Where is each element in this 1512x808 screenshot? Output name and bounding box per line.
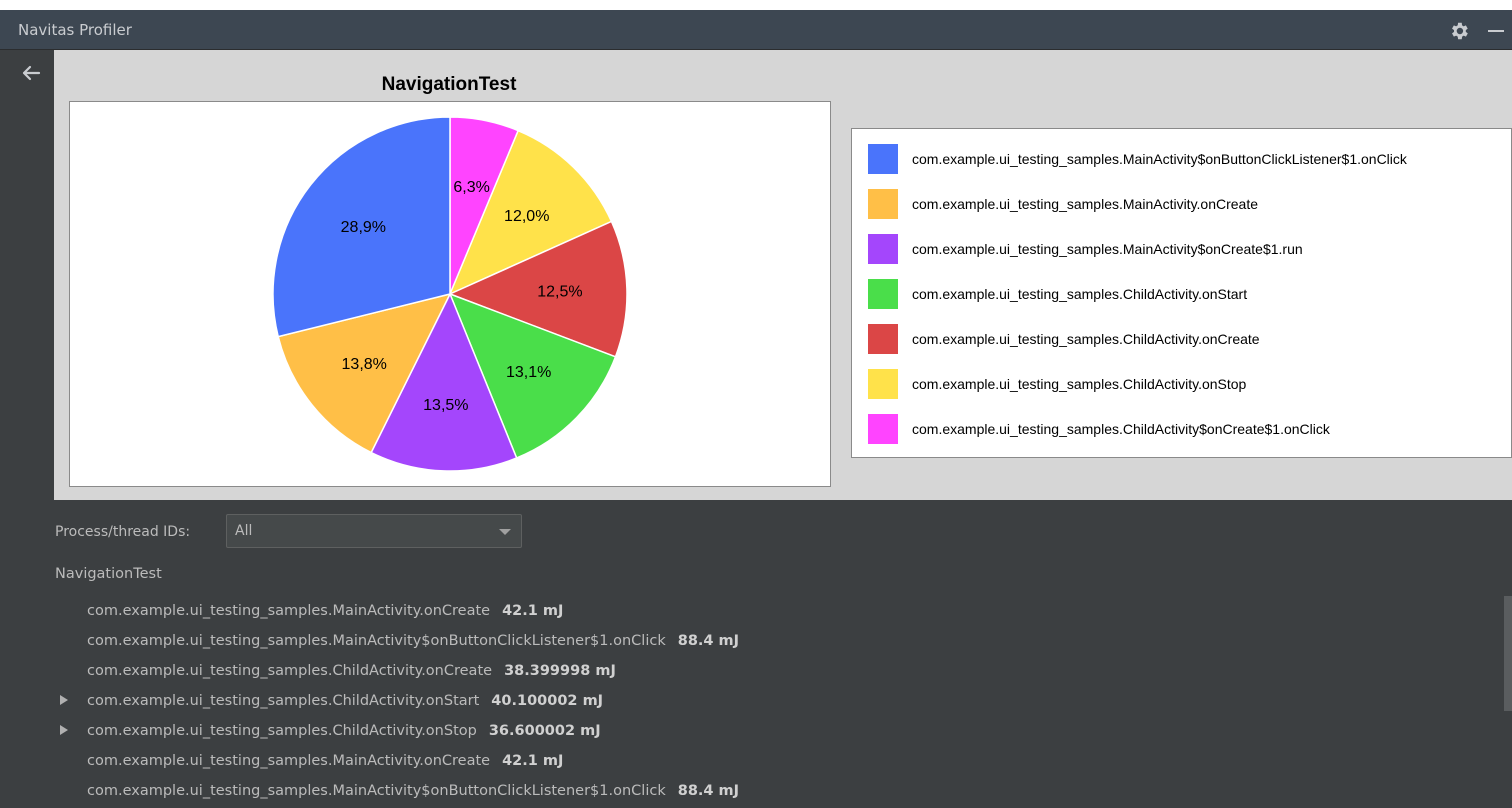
window-top-edge xyxy=(0,0,1512,10)
chart-panel: NavigationTest 6,3% 12,0% 12,5% 13,1% 13,5% 1… xyxy=(54,50,1512,500)
legend-swatch xyxy=(868,324,898,354)
dropdown-selected-value: All xyxy=(235,523,253,539)
process-thread-dropdown[interactable]: All xyxy=(226,514,522,548)
legend-item: com.example.ui_testing_samples.MainActiv… xyxy=(868,189,1508,219)
legend-label: com.example.ui_testing_samples.ChildActi… xyxy=(912,286,1248,302)
legend-label: com.example.ui_testing_samples.MainActiv… xyxy=(912,241,1303,257)
energy-value: 42.1 mJ xyxy=(502,753,564,769)
legend-item: com.example.ui_testing_samples.MainActiv… xyxy=(868,234,1508,264)
title-bar: Navitas Profiler xyxy=(0,10,1512,50)
pie-slice-label: 28,9% xyxy=(341,219,386,236)
energy-value: 36.600002 mJ xyxy=(488,723,601,739)
tree-root-label[interactable]: NavigationTest xyxy=(55,566,162,582)
tree-row-method: com.example.ui_testing_samples.ChildActi… xyxy=(87,723,601,739)
pie-chart: 6,3% 12,0% 12,5% 13,1% 13,5% 13,8% 28,9% xyxy=(272,116,628,472)
method-name: com.example.ui_testing_samples.MainActiv… xyxy=(87,753,491,769)
tree-row-method: com.example.ui_testing_samples.MainActiv… xyxy=(87,753,563,769)
method-name: com.example.ui_testing_samples.ChildActi… xyxy=(87,663,493,679)
tree-row-method: com.example.ui_testing_samples.ChildActi… xyxy=(87,693,603,709)
method-name: com.example.ui_testing_samples.ChildActi… xyxy=(87,723,477,739)
pie-slice-label: 12,0% xyxy=(504,208,549,225)
energy-value: 88.4 mJ xyxy=(677,783,740,799)
expand-arrow-icon[interactable] xyxy=(60,725,68,735)
legend-swatch xyxy=(868,414,898,444)
legend-swatch xyxy=(868,279,898,309)
pie-plot-area: 6,3% 12,0% 12,5% 13,1% 13,5% 13,8% 28,9% xyxy=(69,101,831,487)
window-title: Navitas Profiler xyxy=(18,21,132,39)
pie-slice-label: 13,8% xyxy=(342,356,387,373)
pie-slice-label: 12,5% xyxy=(537,284,582,301)
legend-label: com.example.ui_testing_samples.MainActiv… xyxy=(912,151,1407,167)
method-name: com.example.ui_testing_samples.MainActiv… xyxy=(87,603,491,619)
legend-item: com.example.ui_testing_samples.ChildActi… xyxy=(868,324,1508,354)
chart-legend: com.example.ui_testing_samples.MainActiv… xyxy=(851,128,1512,458)
left-toolbar xyxy=(0,50,54,808)
pie-slice-label: 13,1% xyxy=(506,364,551,381)
navitas-profiler-window: Navitas Profiler NavigationTest 6,3% 12,0… xyxy=(0,0,1512,808)
energy-value: 40.100002 mJ xyxy=(491,693,604,709)
tree-row-method: com.example.ui_testing_samples.MainActiv… xyxy=(87,603,563,619)
legend-swatch xyxy=(868,369,898,399)
method-name: com.example.ui_testing_samples.MainActiv… xyxy=(87,783,666,799)
legend-item: com.example.ui_testing_samples.MainActiv… xyxy=(868,144,1508,174)
legend-label: com.example.ui_testing_samples.ChildActi… xyxy=(912,376,1247,392)
tree-row-method: com.example.ui_testing_samples.ChildActi… xyxy=(87,663,616,679)
process-filter-label: Process/thread IDs: xyxy=(55,524,191,540)
chart-title: NavigationTest xyxy=(381,74,517,95)
legend-label: com.example.ui_testing_samples.MainActiv… xyxy=(912,196,1259,212)
tree-row-method: com.example.ui_testing_samples.MainActiv… xyxy=(87,633,739,649)
legend-label: com.example.ui_testing_samples.ChildActi… xyxy=(912,331,1260,347)
pie-slice-label: 6,3% xyxy=(453,179,489,196)
legend-swatch xyxy=(868,189,898,219)
minimize-icon[interactable] xyxy=(1488,30,1504,32)
legend-swatch xyxy=(868,144,898,174)
method-name: com.example.ui_testing_samples.MainActiv… xyxy=(87,633,666,649)
legend-item: com.example.ui_testing_samples.ChildActi… xyxy=(868,369,1508,399)
tree-row-method: com.example.ui_testing_samples.MainActiv… xyxy=(87,783,739,799)
energy-value: 42.1 mJ xyxy=(502,603,564,619)
arrow-left-icon[interactable] xyxy=(20,62,42,84)
gear-icon[interactable] xyxy=(1448,20,1470,42)
pie-slice-label: 13,5% xyxy=(423,397,468,414)
vertical-scrollbar[interactable] xyxy=(1504,596,1512,711)
method-name: com.example.ui_testing_samples.ChildActi… xyxy=(87,693,480,709)
expand-arrow-icon[interactable] xyxy=(60,695,68,705)
legend-item: com.example.ui_testing_samples.ChildActi… xyxy=(868,414,1508,444)
chevron-down-icon xyxy=(499,529,511,535)
energy-value: 38.399998 mJ xyxy=(504,663,616,679)
legend-swatch xyxy=(868,234,898,264)
legend-item: com.example.ui_testing_samples.ChildActi… xyxy=(868,279,1508,309)
legend-label: com.example.ui_testing_samples.ChildActi… xyxy=(912,421,1330,437)
energy-value: 88.4 mJ xyxy=(677,633,740,649)
